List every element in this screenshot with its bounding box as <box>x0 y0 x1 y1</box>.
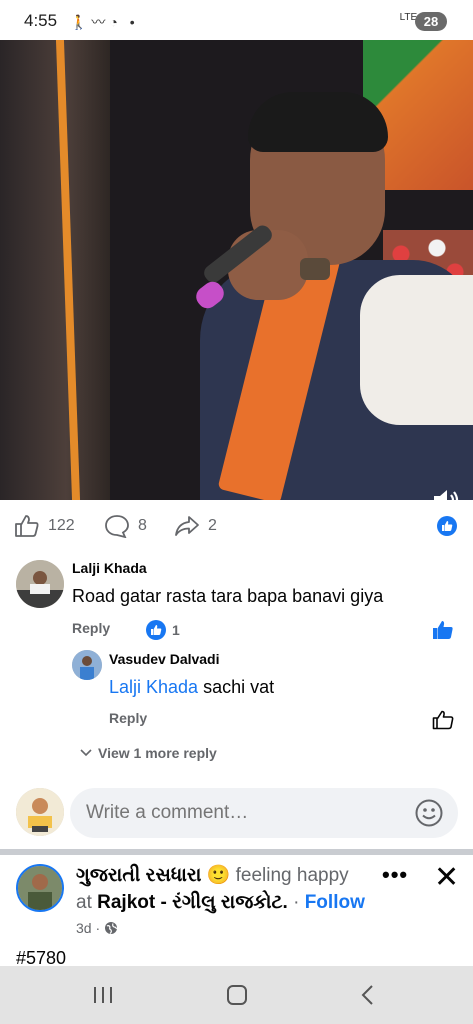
reaction-bar: 122 8 2 <box>0 508 473 548</box>
page-name[interactable]: ગુજરાતી રસધારા <box>76 865 201 886</box>
smile-emoji-icon: 🙂 <box>206 865 231 886</box>
feeling-text: feeling happy <box>230 865 349 886</box>
reply-like-icon[interactable] <box>432 710 454 730</box>
page-avatar[interactable] <box>16 864 64 912</box>
status-bar: 4:55 🚶〰◔ • LTE+ 28 <box>0 0 473 40</box>
chevron-down-icon <box>80 749 92 757</box>
location-link[interactable]: Rajkot - રંગીલુ રાજકોટ. <box>97 892 288 913</box>
status-time: 4:55 <box>24 11 58 30</box>
mention-link[interactable]: Lalji Khada <box>109 677 198 697</box>
comment-icon <box>105 515 129 538</box>
comment-composer <box>0 786 473 840</box>
comment-input[interactable] <box>70 788 458 838</box>
comment-author[interactable]: Lalji Khada <box>72 560 147 576</box>
emoji-icon[interactable] <box>414 798 444 828</box>
feed-divider <box>0 849 473 855</box>
reply-button[interactable]: Reply <box>109 710 147 726</box>
like-count: 122 <box>48 517 75 534</box>
reply-text: Lalji Khada sachi vat <box>109 677 275 697</box>
like-button[interactable]: 122 <box>14 514 75 538</box>
comment-count: 8 <box>138 517 147 534</box>
comment-like-icon[interactable] <box>432 620 454 640</box>
system-nav-bar <box>0 966 473 1024</box>
my-avatar[interactable] <box>16 788 64 836</box>
video-background <box>0 40 110 500</box>
comment-text: Road gatar rasta tara bapa banavi giya <box>72 586 384 606</box>
video-player[interactable] <box>0 40 473 500</box>
post-time: 3d · <box>76 920 101 936</box>
share-button[interactable]: 2 <box>174 514 217 538</box>
more-options-icon[interactable]: ••• <box>382 862 408 888</box>
post-meta: 3d · <box>76 920 118 936</box>
comment-button[interactable]: 8 <box>104 514 147 538</box>
status-notification-icons: 🚶〰◔ • <box>70 14 139 30</box>
comment-reaction-count[interactable]: 1 <box>146 620 180 640</box>
recent-apps-icon[interactable] <box>92 985 114 1005</box>
share-icon <box>175 516 199 536</box>
thumbs-up-icon <box>15 515 39 537</box>
avatar[interactable] <box>16 560 64 608</box>
home-icon[interactable] <box>226 984 248 1006</box>
back-icon[interactable] <box>360 984 374 1006</box>
reply-button[interactable]: Reply <box>72 620 110 636</box>
volume-icon[interactable] <box>432 488 460 500</box>
avatar[interactable] <box>72 650 102 680</box>
view-more-replies-button[interactable]: View 1 more reply <box>80 745 217 761</box>
globe-icon <box>105 922 118 934</box>
post-title-line: ગુજરાતી રસધારા 🙂 feeling happy at Rajkot… <box>76 865 365 913</box>
next-post-header: ગુજરાતી રસધારા 🙂 feeling happy at Rajkot… <box>0 858 473 968</box>
like-reaction-icon <box>146 620 166 640</box>
follow-button[interactable]: Follow <box>305 892 365 913</box>
battery-indicator: 28 <box>415 12 447 31</box>
like-badge-icon <box>442 521 453 531</box>
close-icon[interactable]: ✕ <box>434 860 459 895</box>
like-reaction-badge <box>437 516 457 536</box>
reply-author[interactable]: Vasudev Dalvadi <box>109 651 220 667</box>
share-count: 2 <box>208 517 217 534</box>
